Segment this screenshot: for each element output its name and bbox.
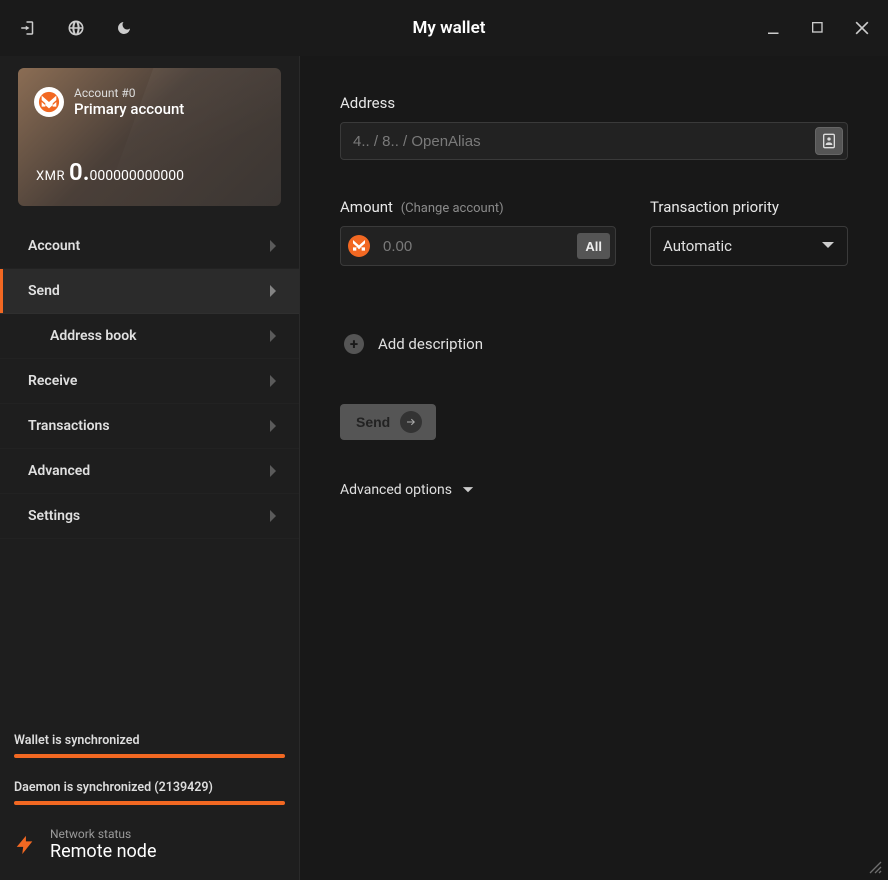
sidebar: Account #0 Primary account XMR0.00000000…	[0, 56, 300, 880]
chevron-right-icon	[269, 510, 277, 522]
account-balance: XMR0.000000000000	[36, 158, 184, 186]
plus-icon: +	[344, 334, 364, 354]
chevron-right-icon	[269, 285, 277, 297]
account-card[interactable]: Account #0 Primary account XMR0.00000000…	[18, 68, 281, 206]
titlebar-left	[12, 18, 134, 38]
main-panel: Address Amount (Change account)	[300, 56, 888, 880]
sidebar-item-account[interactable]: Account	[0, 224, 299, 269]
all-button[interactable]: All	[577, 233, 610, 259]
wallet-sync-bar	[14, 754, 285, 758]
address-input[interactable]	[340, 122, 848, 160]
nav-list: Account Send Address book Receive Transa…	[0, 224, 299, 539]
chevron-down-icon	[462, 486, 474, 495]
add-description-button[interactable]: + Add description	[344, 334, 848, 354]
send-button[interactable]: Send	[340, 404, 436, 440]
arrow-right-icon	[400, 411, 422, 433]
change-account-link[interactable]: (Change account)	[401, 201, 504, 216]
lightning-icon	[14, 831, 36, 859]
chevron-right-icon	[269, 465, 277, 477]
wallet-sync-label: Wallet is synchronized	[14, 733, 285, 748]
advanced-options-toggle[interactable]: Advanced options	[340, 482, 848, 498]
titlebar-right	[764, 18, 876, 38]
monero-logo-icon	[34, 87, 64, 117]
globe-icon[interactable]	[66, 18, 86, 38]
chevron-right-icon	[269, 240, 277, 252]
address-label: Address	[340, 94, 848, 112]
sidebar-item-advanced[interactable]: Advanced	[0, 449, 299, 494]
priority-label: Transaction priority	[650, 198, 848, 216]
titlebar: My wallet	[0, 0, 888, 56]
priority-select[interactable]: Automatic	[650, 226, 848, 266]
address-book-icon	[821, 132, 837, 150]
amount-label: Amount (Change account)	[340, 198, 616, 216]
chevron-right-icon	[269, 375, 277, 387]
amount-input[interactable]	[340, 226, 616, 266]
window-title: My wallet	[134, 18, 764, 38]
account-name: Primary account	[74, 100, 184, 118]
content: Account #0 Primary account XMR0.00000000…	[0, 56, 888, 880]
chevron-down-icon	[821, 241, 835, 251]
daemon-sync-label: Daemon is synchronized (2139429)	[14, 780, 285, 795]
network-status[interactable]: Network status Remote node	[14, 827, 285, 862]
maximize-icon[interactable]	[808, 18, 828, 38]
address-book-button[interactable]	[815, 127, 843, 155]
close-icon[interactable]	[852, 18, 872, 38]
chevron-right-icon	[269, 330, 277, 342]
sidebar-item-send[interactable]: Send	[0, 269, 299, 314]
monero-icon	[348, 235, 370, 257]
account-number: Account #0	[74, 86, 184, 100]
minimize-icon[interactable]	[764, 18, 784, 38]
logout-icon[interactable]	[18, 18, 38, 38]
sidebar-item-receive[interactable]: Receive	[0, 359, 299, 404]
sidebar-item-settings[interactable]: Settings	[0, 494, 299, 539]
moon-icon[interactable]	[114, 18, 134, 38]
resize-handle-icon[interactable]	[866, 858, 882, 874]
sidebar-item-address-book[interactable]: Address book	[0, 314, 299, 359]
chevron-right-icon	[269, 420, 277, 432]
sidebar-footer: Wallet is synchronized Daemon is synchro…	[0, 733, 299, 880]
address-input-wrap	[340, 122, 848, 160]
sidebar-item-transactions[interactable]: Transactions	[0, 404, 299, 449]
daemon-sync-bar	[14, 801, 285, 805]
